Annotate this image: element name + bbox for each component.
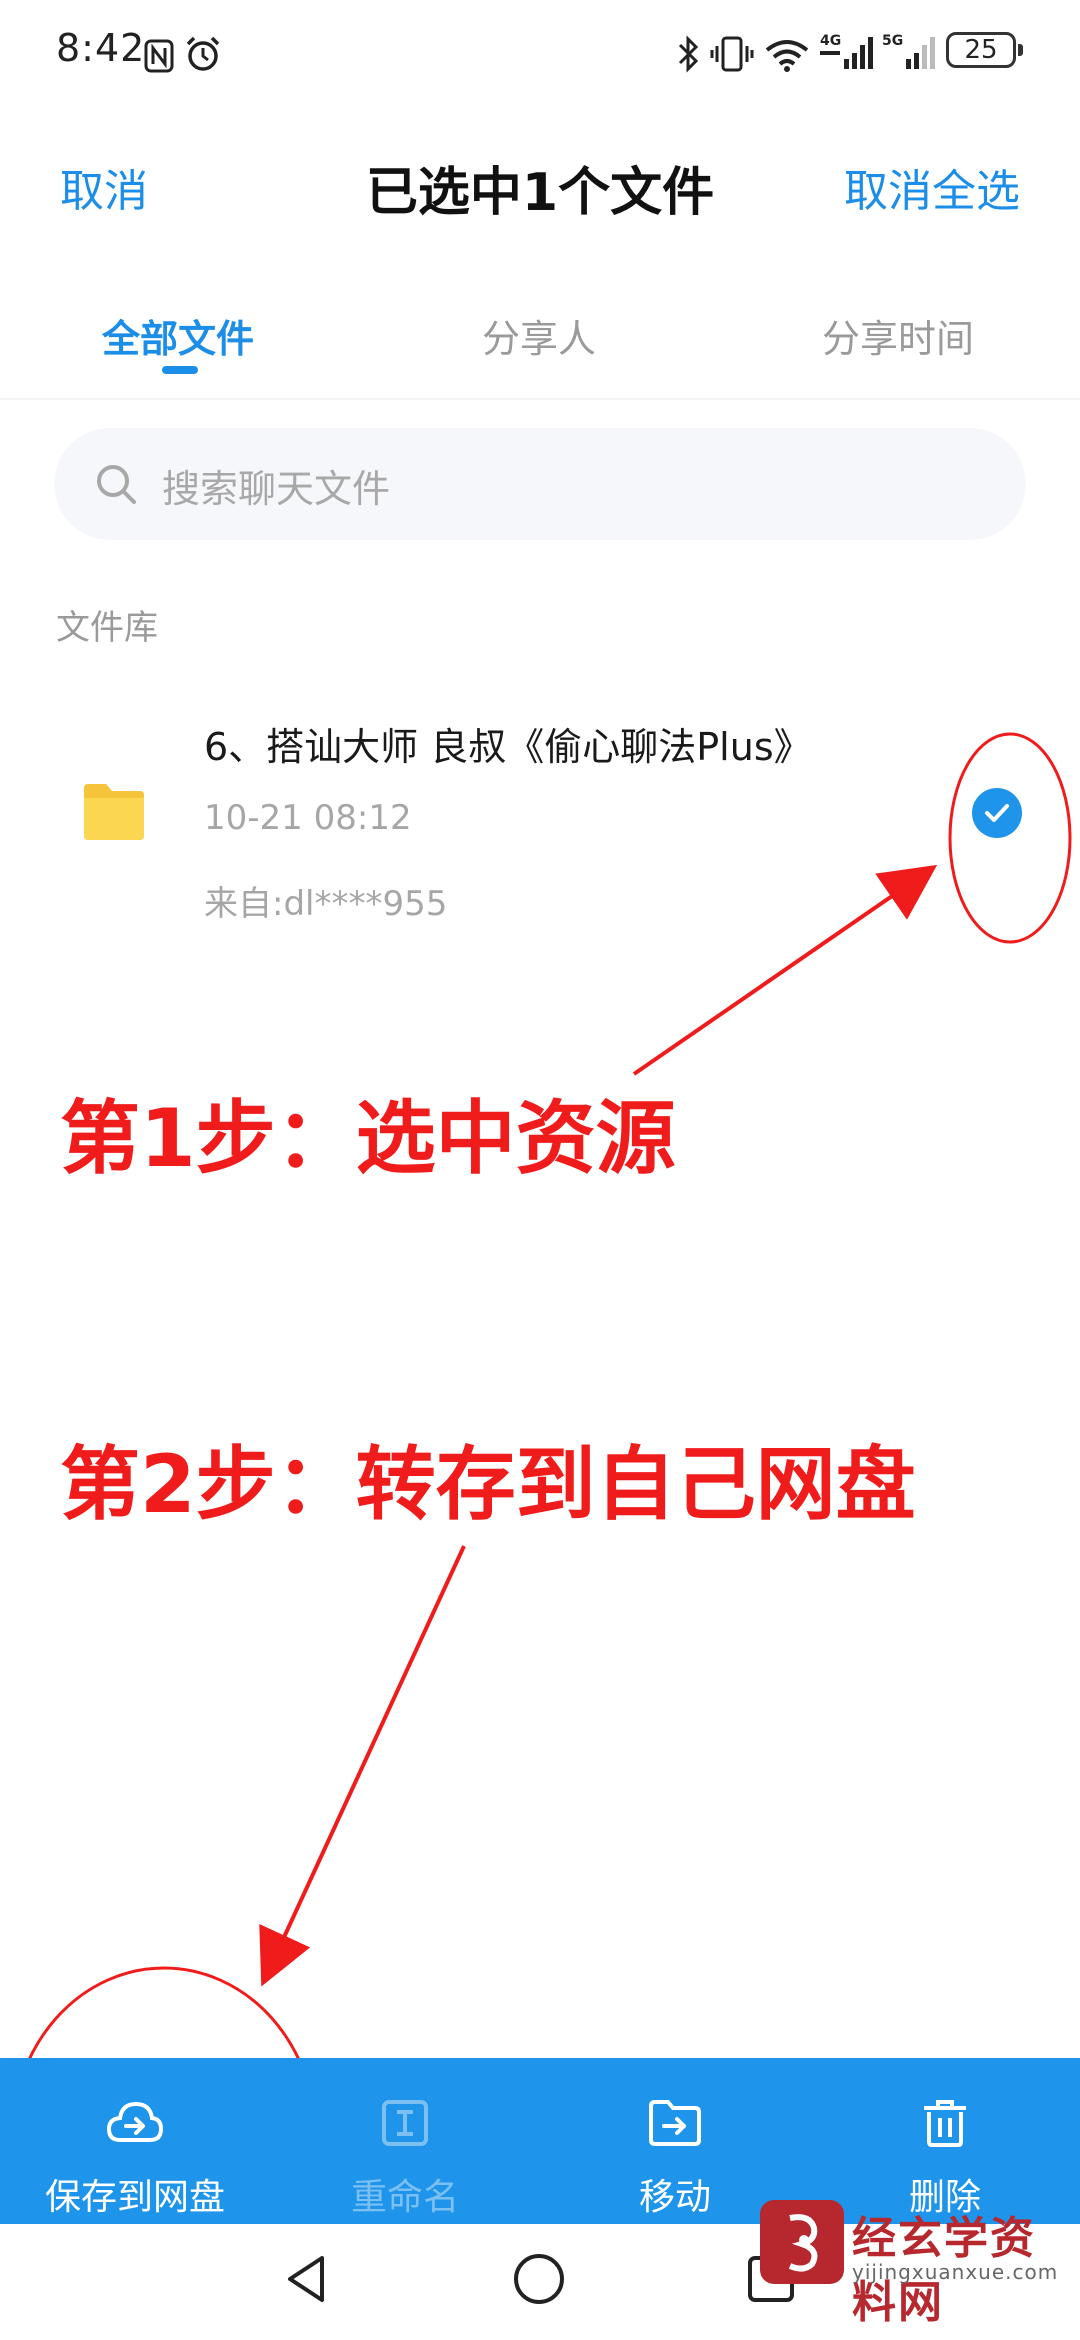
svg-text:5G: 5G [882, 33, 903, 49]
deselect-all-button[interactable]: 取消全选 [844, 155, 1020, 219]
file-source: 来自:dl****955 [204, 884, 448, 924]
search-input[interactable]: 搜索聊天文件 [54, 428, 1026, 540]
status-time: 8:42 [56, 26, 146, 70]
status-bar: 8:42 4G 5G 25 [0, 0, 1080, 108]
signal-5g-icon: 5G [882, 33, 935, 69]
tab-share-time[interactable]: 分享时间 [822, 308, 974, 363]
home-icon[interactable] [512, 2252, 566, 2306]
watermark-url: yijingxuanxue.com [852, 2260, 1059, 2284]
folder-icon [84, 784, 144, 840]
list-item[interactable]: 6、搭讪大师 良叔《偷心聊法Plus》 10-21 08:12 来自:dl***… [0, 690, 1080, 940]
section-label: 文件库 [56, 608, 158, 648]
file-name: 6、搭讪大师 良叔《偷心聊法Plus》 [204, 725, 812, 769]
search-icon [97, 465, 136, 504]
alarm-icon [186, 36, 220, 71]
annotation-step-2: 第2步：转存到自己网盘 [60, 1438, 916, 1531]
search-placeholder: 搜索聊天文件 [162, 467, 391, 511]
watermark-logo-icon [788, 2214, 818, 2272]
move-folder-icon [649, 2100, 701, 2146]
svg-text:4G: 4G [820, 33, 841, 49]
tab-sharer[interactable]: 分享人 [482, 308, 596, 363]
cancel-button[interactable]: 取消 [60, 155, 148, 219]
rename-button[interactable]: 重命名 [270, 2058, 540, 2224]
battery-icon: 25 [946, 32, 1016, 68]
bluetooth-icon [678, 35, 699, 73]
tab-indicator [162, 366, 198, 374]
trash-icon [924, 2100, 966, 2147]
watermark: 经玄学资料网 yijingxuanxue.com [760, 2196, 1080, 2340]
vibrate-icon [710, 36, 754, 72]
annotation-step-1: 第1步：选中资源 [60, 1092, 676, 1185]
save-to-cloud-button[interactable]: 保存到网盘 [0, 2058, 270, 2224]
file-time: 10-21 08:12 [204, 798, 412, 838]
selected-check-icon[interactable] [972, 788, 1022, 838]
watermark-logo [760, 2200, 844, 2284]
wifi-icon [765, 40, 809, 72]
action-label: 保存到网盘 [44, 2177, 225, 2218]
annotation-arrow-2 [259, 1545, 466, 1987]
divider [0, 398, 1080, 400]
checkmark-icon [985, 804, 1009, 822]
nfc-icon [144, 39, 174, 73]
tab-all-files[interactable]: 全部文件 [102, 308, 254, 363]
rename-icon [382, 2100, 428, 2146]
signal-4g-icon: 4G [820, 33, 873, 69]
cloud-upload-icon [106, 2101, 164, 2142]
action-label: 重命名 [350, 2177, 459, 2218]
battery-tip [1018, 44, 1023, 56]
back-icon[interactable] [282, 2252, 332, 2306]
